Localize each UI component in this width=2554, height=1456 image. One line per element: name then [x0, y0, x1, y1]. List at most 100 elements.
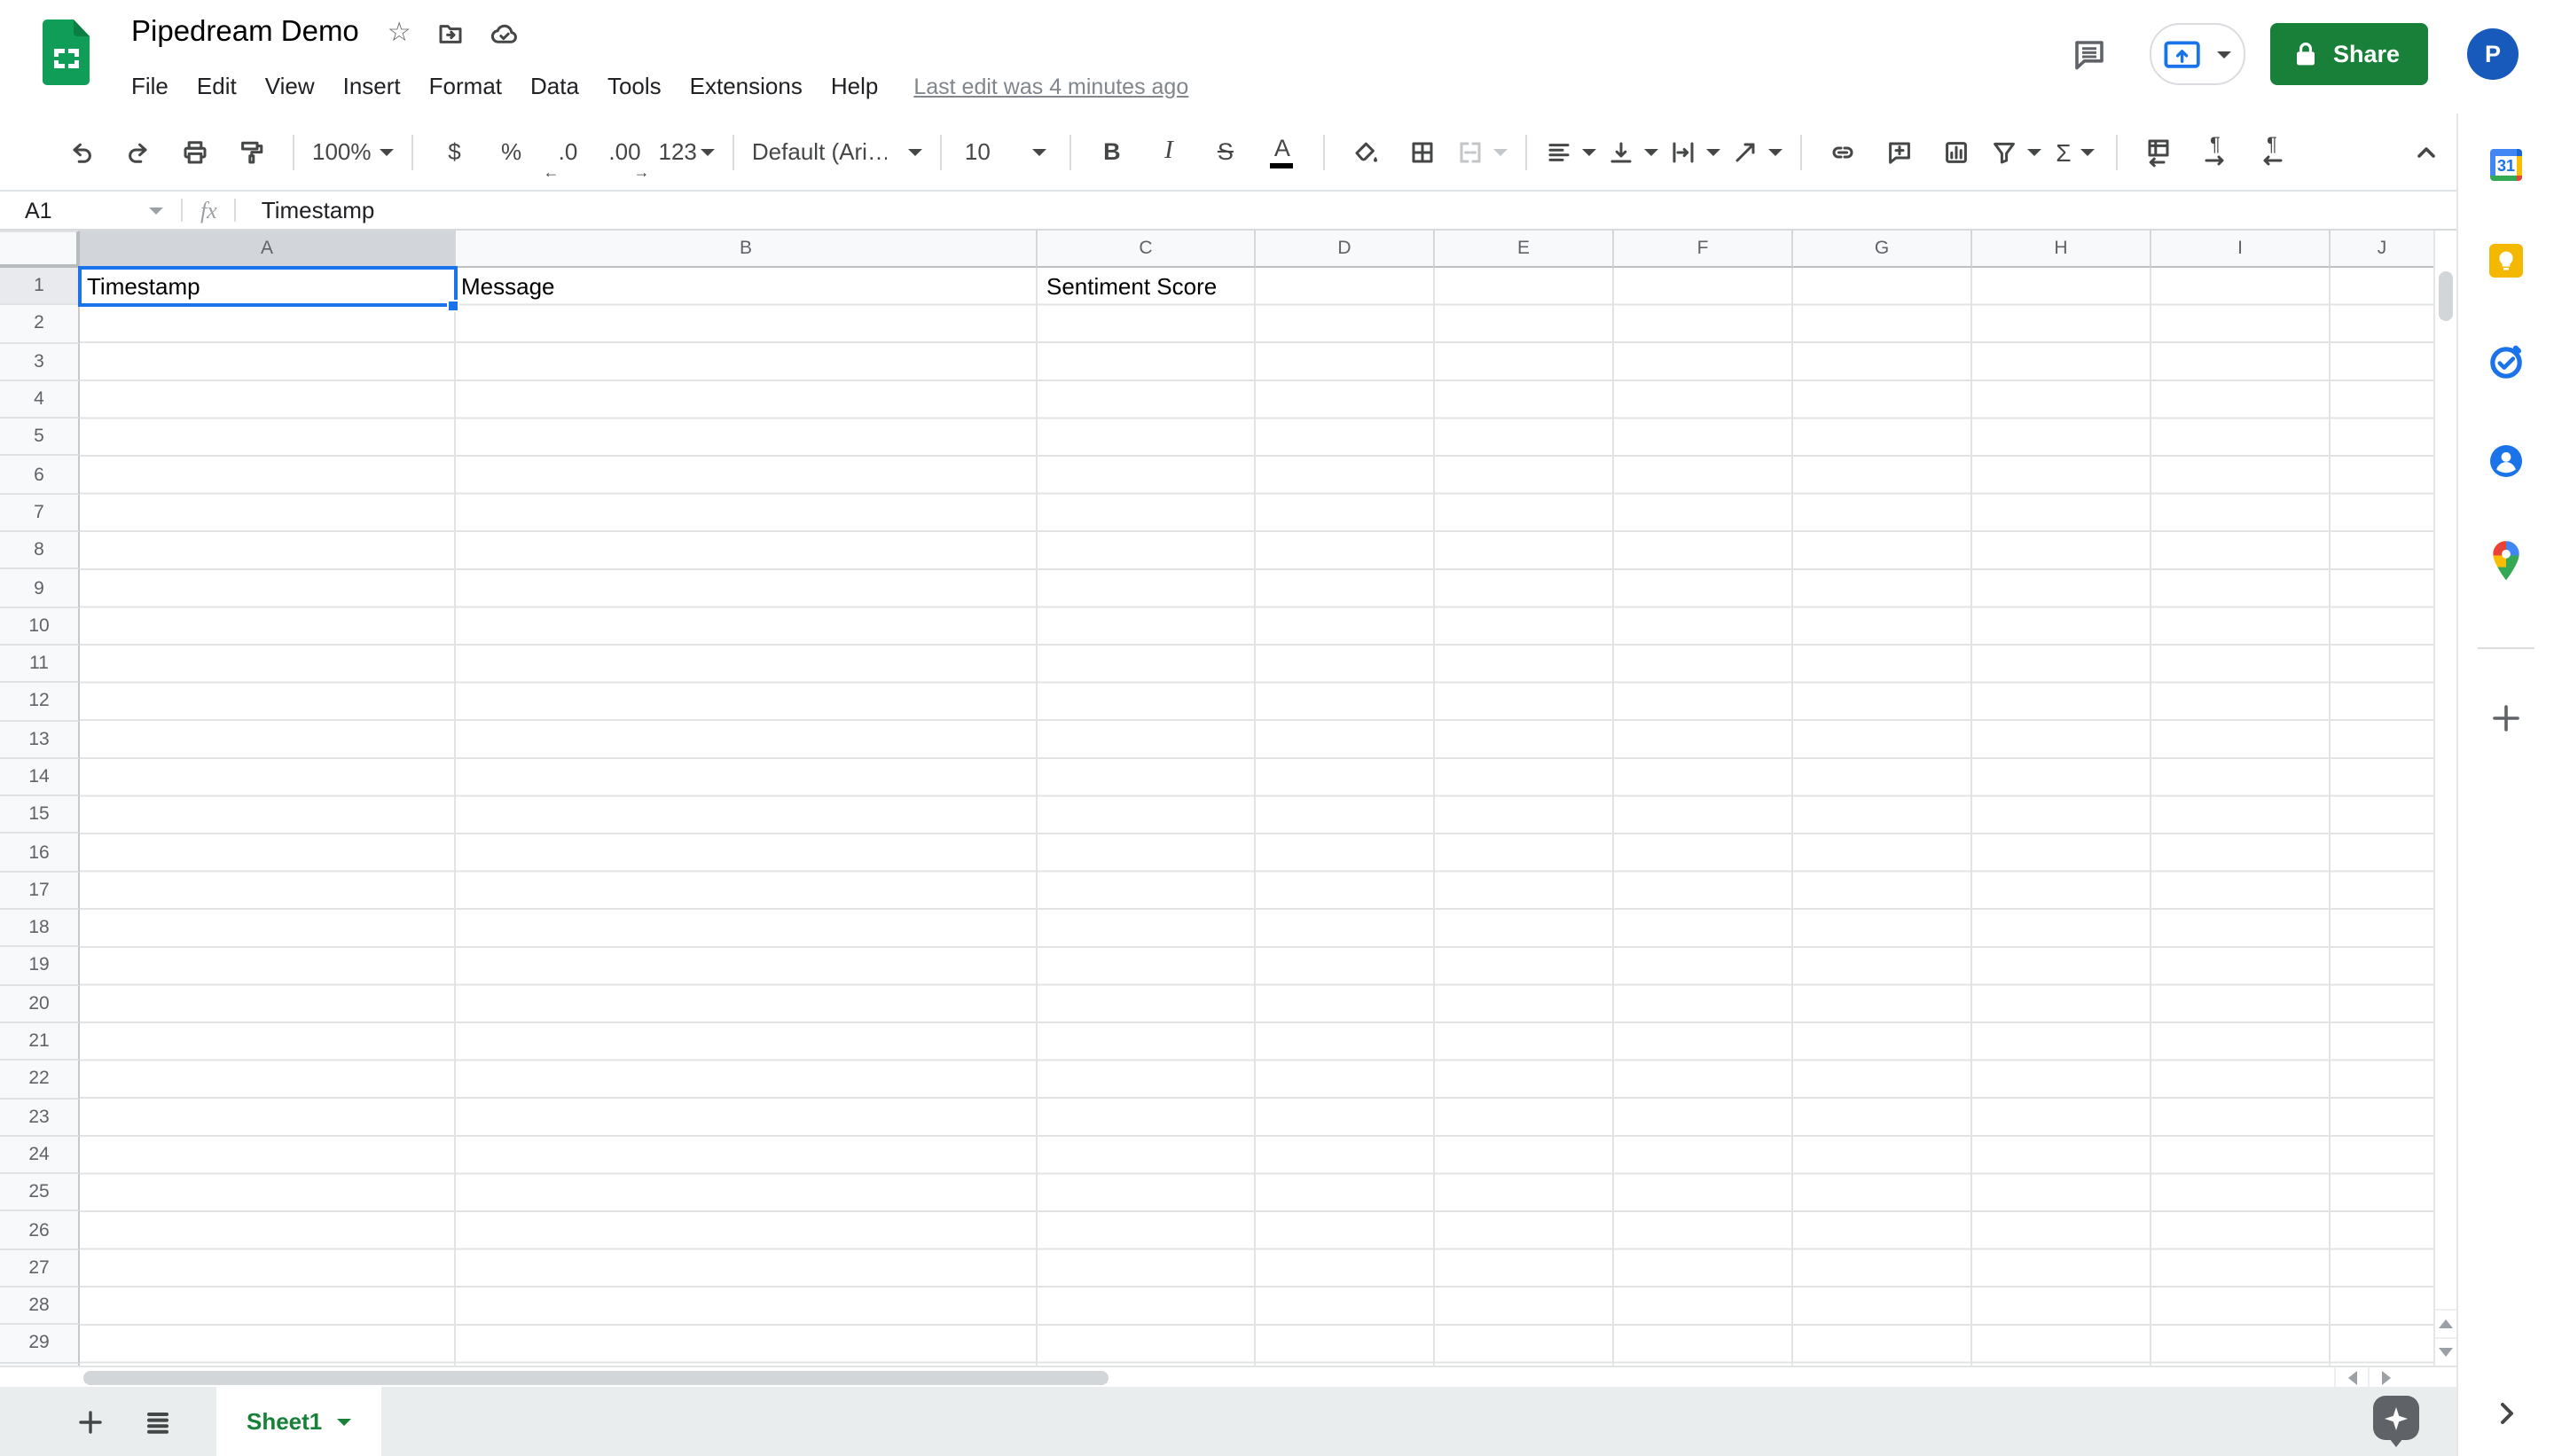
horizontal-scrollbar-thumb[interactable] — [83, 1371, 1109, 1385]
zoom-select[interactable]: 100% — [307, 127, 400, 176]
row-header[interactable]: 26 — [0, 1212, 80, 1250]
row-header[interactable]: 18 — [0, 910, 80, 948]
row-header[interactable]: 10 — [0, 607, 80, 646]
share-button[interactable]: Share — [2271, 23, 2428, 85]
row-header[interactable]: 6 — [0, 457, 80, 495]
row-header[interactable]: 9 — [0, 570, 80, 608]
text-direction-ltr-button[interactable]: ¶ — [2187, 127, 2244, 176]
avatar[interactable]: P — [2467, 28, 2519, 80]
row-header[interactable]: 15 — [0, 796, 80, 834]
horizontal-align-button[interactable] — [1539, 127, 1602, 176]
scroll-up-button[interactable] — [2435, 1309, 2456, 1337]
sheet-tab-active[interactable]: Sheet1 — [216, 1387, 380, 1456]
menu-item[interactable]: File — [117, 67, 183, 105]
menu-item[interactable]: Data — [516, 67, 593, 105]
present-dropdown-caret[interactable] — [2218, 51, 2232, 58]
functions-button[interactable]: Σ — [2047, 127, 2104, 176]
move-folder-icon[interactable] — [436, 19, 465, 47]
row-header[interactable]: 11 — [0, 646, 80, 684]
row-header[interactable]: 19 — [0, 948, 80, 986]
scroll-right-button[interactable] — [2368, 1367, 2401, 1387]
comment-history-icon[interactable] — [2072, 36, 2108, 72]
cell-name-box[interactable]: A1 — [0, 198, 163, 223]
select-all-corner[interactable] — [0, 231, 80, 268]
insert-chart-button[interactable] — [1928, 127, 1985, 176]
column-header[interactable]: B — [456, 231, 1038, 268]
row-header[interactable]: 3 — [0, 343, 80, 381]
row-header[interactable]: 27 — [0, 1249, 80, 1288]
text-color-button[interactable]: A — [1254, 127, 1311, 176]
insert-comment-button[interactable] — [1871, 127, 1928, 176]
italic-button[interactable]: I — [1140, 127, 1197, 176]
font-size-select[interactable]: 10 — [954, 127, 1057, 176]
vertical-scrollbar[interactable] — [2433, 231, 2456, 1366]
row-header[interactable]: 24 — [0, 1137, 80, 1175]
all-sheets-button[interactable] — [131, 1395, 184, 1448]
star-icon[interactable]: ☆ — [388, 20, 411, 46]
create-filter-button[interactable] — [1985, 127, 2047, 176]
text-rotation-button[interactable] — [1726, 127, 1788, 176]
explore-button[interactable] — [2373, 1396, 2419, 1440]
format-percent-button[interactable]: % — [483, 127, 540, 176]
row-header[interactable]: 28 — [0, 1288, 80, 1326]
row-header[interactable]: 25 — [0, 1174, 80, 1212]
document-title[interactable]: Pipedream Demo — [131, 16, 359, 50]
column-header[interactable]: G — [1793, 231, 1972, 268]
menu-item[interactable]: Extensions — [676, 67, 817, 105]
add-sheet-button[interactable] — [64, 1395, 117, 1448]
keep-icon[interactable] — [2480, 234, 2533, 287]
row-header[interactable]: 16 — [0, 834, 80, 873]
fill-handle[interactable] — [447, 300, 459, 312]
sheets-logo[interactable] — [43, 20, 90, 85]
cell-B1[interactable]: Message — [461, 268, 555, 305]
get-addons-button[interactable] — [2480, 692, 2533, 745]
column-header[interactable]: H — [1972, 231, 2151, 268]
row-header[interactable]: 1 — [0, 268, 80, 306]
paint-format-button[interactable] — [223, 127, 280, 176]
menu-item[interactable]: Tools — [593, 67, 676, 105]
row-header[interactable]: 20 — [0, 985, 80, 1023]
borders-button[interactable] — [1394, 127, 1451, 176]
cell-A1-selected[interactable]: Timestamp — [78, 266, 458, 307]
undo-button[interactable] — [53, 127, 110, 176]
row-header[interactable]: 7 — [0, 495, 80, 533]
calendar-icon[interactable]: 31 — [2480, 138, 2533, 192]
row-header[interactable]: 2 — [0, 306, 80, 344]
menu-item[interactable]: Insert — [329, 67, 415, 105]
sheet-tab-menu-caret[interactable] — [336, 1418, 350, 1425]
scroll-down-button[interactable] — [2435, 1337, 2456, 1366]
row-header[interactable]: 8 — [0, 532, 80, 570]
row-header[interactable]: 17 — [0, 873, 80, 911]
redo-button[interactable] — [110, 127, 167, 176]
collapse-panel-chevron-icon[interactable] — [2480, 1387, 2533, 1440]
horizontal-scrollbar[interactable] — [0, 1366, 2456, 1387]
row-header[interactable]: 22 — [0, 1061, 80, 1099]
text-wrap-button[interactable] — [1664, 127, 1726, 176]
row-header[interactable]: 14 — [0, 759, 80, 797]
column-header[interactable]: I — [2151, 231, 2331, 268]
contacts-icon[interactable] — [2480, 434, 2533, 488]
formula-input[interactable]: Timestamp — [262, 197, 375, 223]
row-header[interactable]: 5 — [0, 419, 80, 457]
row-header[interactable]: 12 — [0, 684, 80, 722]
increase-decimal-button[interactable]: .00 → — [597, 127, 654, 176]
vertical-align-button[interactable] — [1602, 127, 1664, 176]
column-header[interactable]: D — [1256, 231, 1435, 268]
row-header[interactable]: 29 — [0, 1326, 80, 1364]
insert-link-button[interactable] — [1814, 127, 1871, 176]
bold-button[interactable]: B — [1084, 127, 1140, 176]
cloud-saved-icon[interactable] — [490, 19, 520, 47]
menu-item[interactable]: Format — [415, 67, 516, 105]
menu-item[interactable]: Help — [817, 67, 893, 105]
row-header[interactable]: 21 — [0, 1023, 80, 1061]
menu-item[interactable]: Edit — [183, 67, 251, 105]
column-header[interactable]: J — [2331, 231, 2435, 268]
cell-C1[interactable]: Sentiment Score — [1046, 268, 1217, 305]
hide-menus-button[interactable] — [2398, 128, 2455, 177]
sheet-direction-rtl-button[interactable] — [2130, 127, 2187, 176]
scroll-left-button[interactable] — [2334, 1367, 2368, 1387]
column-header[interactable]: C — [1038, 231, 1256, 268]
last-edit-link[interactable]: Last edit was 4 minutes ago — [913, 74, 1188, 98]
present-to-meeting-button[interactable] — [2151, 23, 2246, 85]
row-header[interactable]: 13 — [0, 721, 80, 759]
